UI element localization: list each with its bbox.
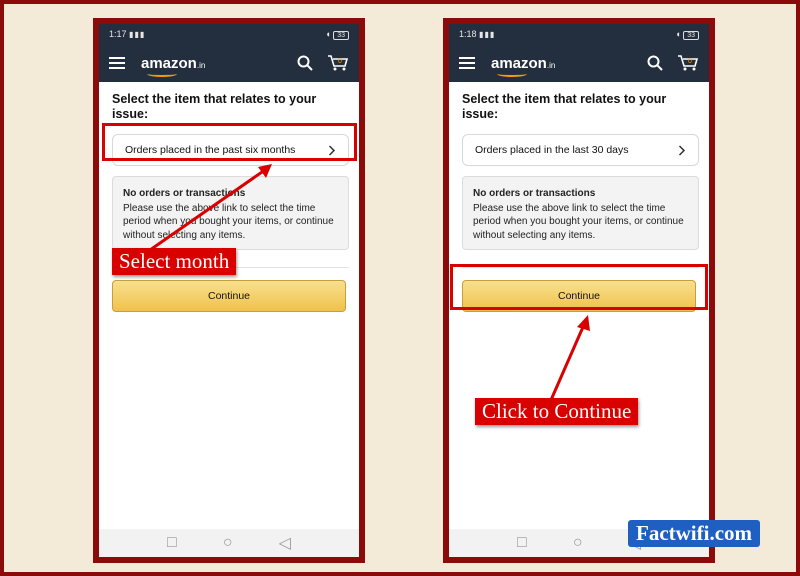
info-title: No orders or transactions <box>473 188 596 199</box>
battery-icon: 33 <box>683 31 699 40</box>
app-header: amazon.in 0 <box>449 44 709 82</box>
svg-text:0: 0 <box>688 58 692 65</box>
page-prompt: Select the item that relates to your iss… <box>112 92 317 121</box>
highlight-period-selector <box>102 123 357 161</box>
info-body: Please use the above link to select the … <box>473 202 684 241</box>
page-prompt: Select the item that relates to your iss… <box>462 92 667 121</box>
search-icon[interactable] <box>297 55 313 71</box>
svg-text:0: 0 <box>338 58 342 65</box>
signal-icon: ▮▮▮ <box>479 30 496 39</box>
recent-apps-icon[interactable]: □ <box>167 534 177 552</box>
app-header: amazon.in 0 <box>99 44 359 82</box>
status-bar: 1:17 ▮▮▮ ◖ 33 <box>99 24 359 44</box>
battery-icon: 33 <box>333 31 349 40</box>
headset-icon: ◖ <box>675 29 681 39</box>
signal-icon: ▮▮▮ <box>129 30 146 39</box>
headset-icon: ◖ <box>325 29 331 39</box>
info-body: Please use the above link to select the … <box>123 202 334 241</box>
system-nav-bar: □ ○ ◁ <box>99 529 359 557</box>
watermark: Factwifi.com <box>628 520 761 547</box>
cart-icon[interactable]: 0 <box>677 54 699 72</box>
click-continue-label: Click to Continue <box>475 398 639 425</box>
time-period-selector[interactable]: Orders placed in the last 30 days <box>462 134 699 166</box>
amazon-logo[interactable]: amazon.in <box>491 55 555 77</box>
select-month-label: Select month <box>112 248 237 275</box>
status-time: 1:17 <box>109 29 127 39</box>
menu-icon[interactable] <box>109 57 125 69</box>
search-icon[interactable] <box>647 55 663 71</box>
menu-icon[interactable] <box>459 57 475 69</box>
continue-button[interactable]: Continue <box>112 280 346 312</box>
info-box: No orders or transactions Please use the… <box>112 176 349 250</box>
info-title: No orders or transactions <box>123 188 246 199</box>
cart-icon[interactable]: 0 <box>327 54 349 72</box>
recent-apps-icon[interactable]: □ <box>517 534 527 552</box>
info-box: No orders or transactions Please use the… <box>462 176 699 250</box>
amazon-logo[interactable]: amazon.in <box>141 55 205 77</box>
home-icon[interactable]: ○ <box>573 534 583 552</box>
phone-screen-left: 1:17 ▮▮▮ ◖ 33 amazon.in 0 Select the ite… <box>99 24 359 557</box>
status-bar: 1:18 ▮▮▮ ◖ 33 <box>449 24 709 44</box>
status-time: 1:18 <box>459 29 477 39</box>
phone-frame-left: 1:17 ▮▮▮ ◖ 33 amazon.in 0 Select the ite… <box>93 18 365 563</box>
time-period-label: Orders placed in the last 30 days <box>475 144 629 156</box>
chevron-right-icon <box>678 144 686 156</box>
back-icon[interactable]: ◁ <box>279 533 291 553</box>
highlight-continue-button <box>450 264 708 310</box>
home-icon[interactable]: ○ <box>223 534 233 552</box>
